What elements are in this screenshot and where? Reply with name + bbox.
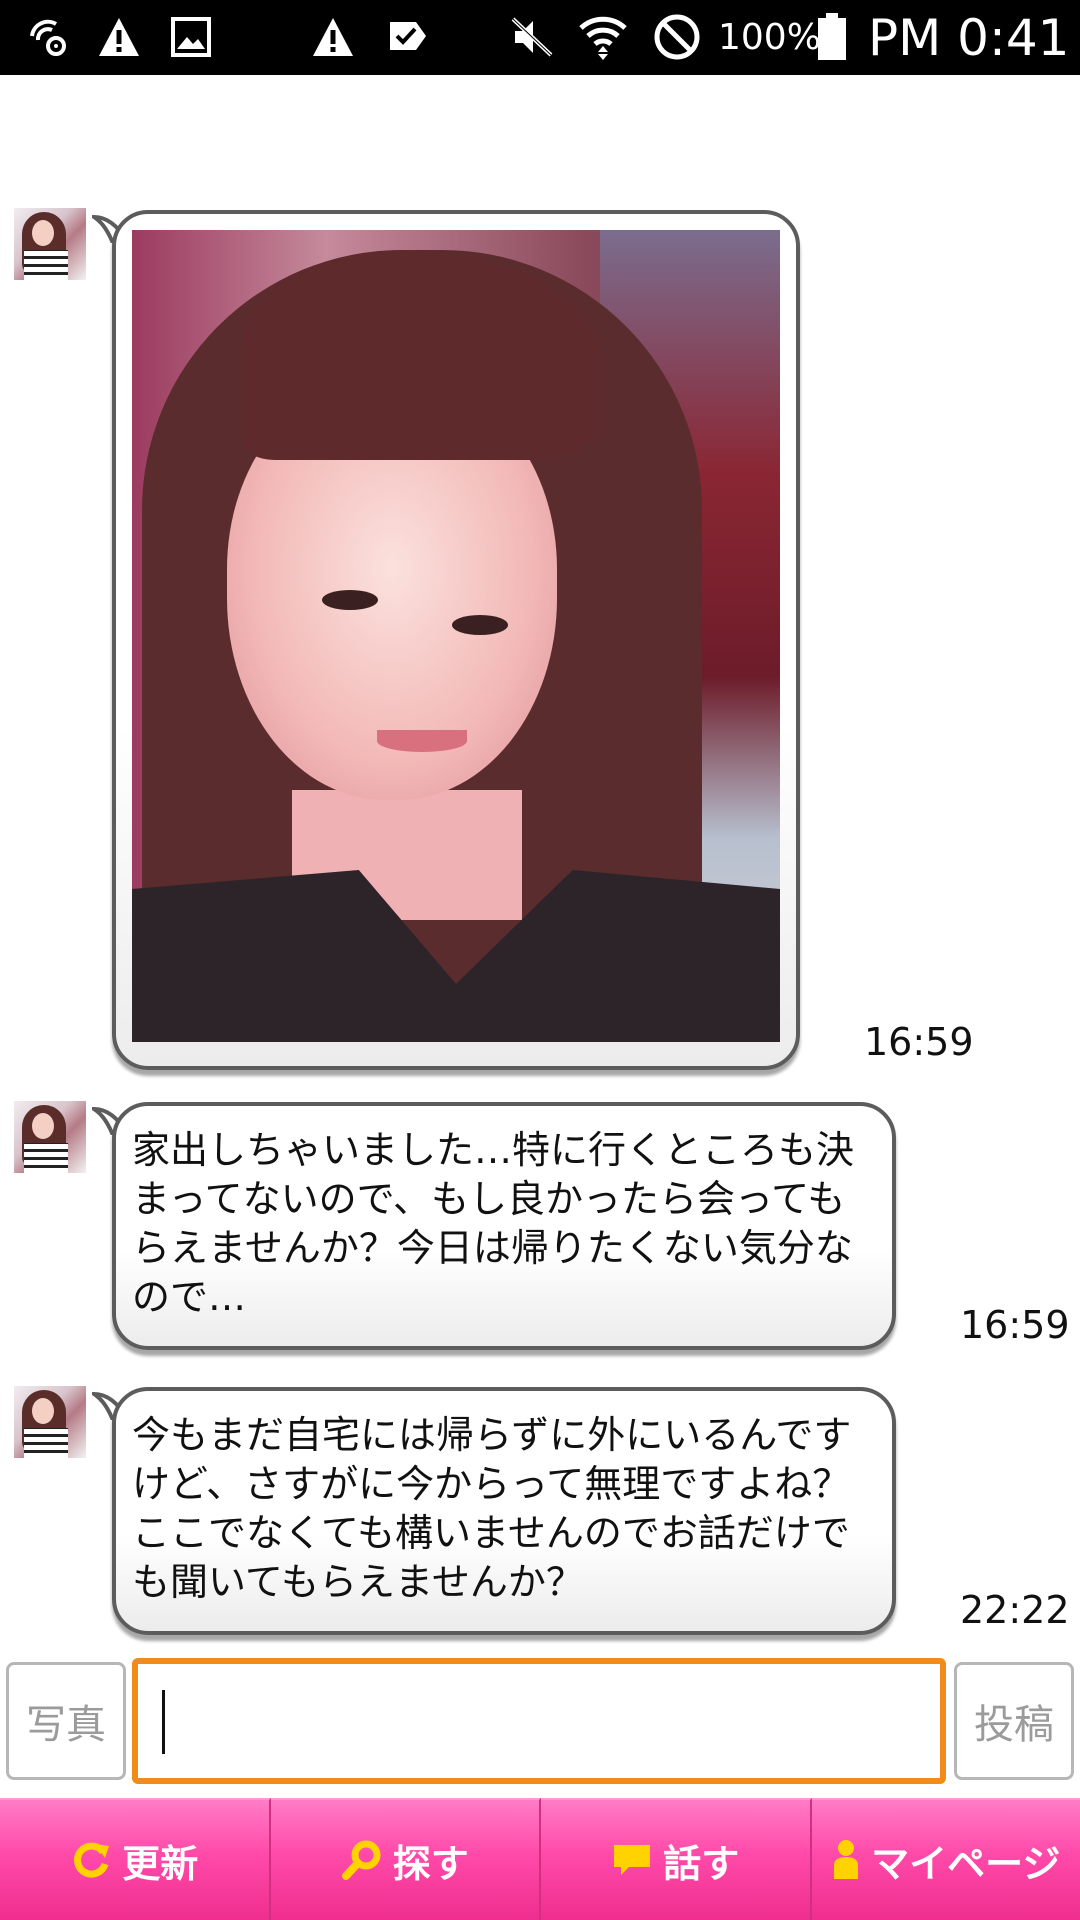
text-message-bubble[interactable]: 今もまだ自宅には帰らずに外にいるんですけど、さすがに今からって無理ですよね？ここ… (112, 1387, 896, 1635)
message-timestamp: 16:59 (864, 1020, 974, 1064)
blocked-icon (652, 14, 702, 60)
warning-icon (310, 14, 356, 60)
message-text: 今もまだ自宅には帰らずに外にいるんですけど、さすがに今からって無理ですよね？ここ… (132, 1413, 852, 1604)
sender-avatar[interactable] (14, 1386, 86, 1458)
status-bar: 100% PM 0:41 (0, 0, 1080, 75)
photo-message-bubble[interactable] (112, 210, 800, 1070)
nav-mypage-label: マイページ (871, 1841, 1061, 1886)
chat-thread[interactable]: 16:59 家出しちゃいました…特に行くところも決まってないので、もし良かったら… (0, 75, 1080, 1655)
shared-photo[interactable] (132, 230, 780, 1042)
text-caret (162, 1690, 165, 1754)
message-text: 家出しちゃいました…特に行くところも決まってないので、もし良かったら会ってもらえ… (132, 1128, 855, 1319)
text-message-bubble[interactable]: 家出しちゃいました…特に行くところも決まってないので、もし良かったら会ってもらえ… (112, 1102, 896, 1350)
post-button[interactable]: 投稿 (954, 1662, 1074, 1780)
wifi-icon (578, 14, 628, 60)
nav-search-label: 探す (392, 1841, 469, 1886)
nav-talk[interactable]: 話す (541, 1798, 812, 1920)
battery-percent: 100% (718, 17, 821, 58)
wifi-settings-icon (24, 14, 70, 60)
nav-talk-label: 話す (663, 1841, 740, 1886)
message-input[interactable] (132, 1658, 946, 1784)
sender-avatar[interactable] (14, 1101, 86, 1173)
message-timestamp: 22:22 (960, 1588, 1070, 1632)
nav-refresh-label: 更新 (122, 1841, 199, 1886)
image-icon (168, 14, 214, 60)
battery-icon (814, 13, 850, 60)
message-timestamp: 16:59 (960, 1303, 1070, 1347)
bottom-navigation: 更新 探す 話す マイページ (0, 1798, 1080, 1920)
sender-avatar[interactable] (14, 208, 86, 280)
mute-icon (508, 14, 556, 60)
status-clock: PM 0:41 (868, 9, 1070, 67)
refresh-icon (70, 1839, 112, 1881)
nav-mypage[interactable]: マイページ (811, 1798, 1080, 1920)
warning-icon (96, 14, 142, 60)
nav-refresh[interactable]: 更新 (0, 1798, 271, 1920)
nav-search[interactable]: 探す (270, 1798, 541, 1920)
checkmark-flag-icon (384, 14, 430, 60)
person-icon (831, 1839, 861, 1881)
search-icon (341, 1839, 383, 1881)
photo-button[interactable]: 写真 (6, 1662, 126, 1780)
chat-bubble-icon (611, 1839, 653, 1881)
